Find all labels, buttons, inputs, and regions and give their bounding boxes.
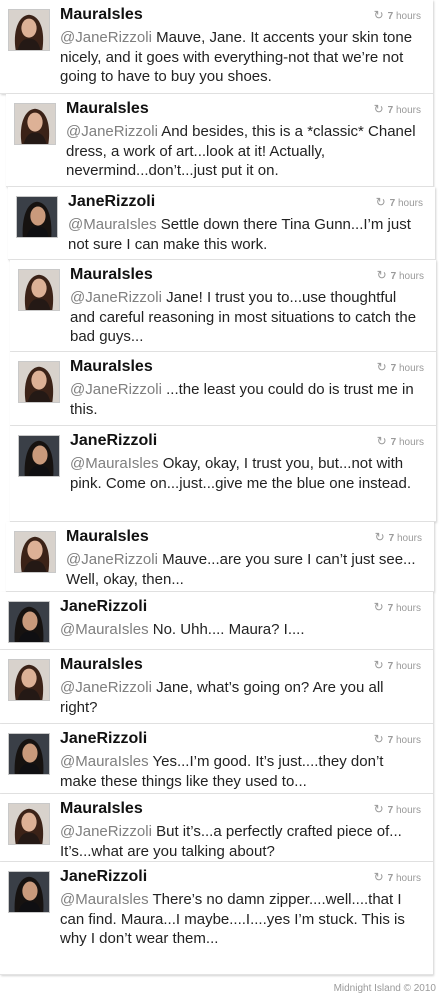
avatar[interactable]	[8, 9, 50, 51]
mention-link[interactable]: @JaneRizzoli	[70, 381, 162, 398]
retweet-icon: ↻	[373, 102, 384, 116]
tweet-text: @MauraIsles No. Uhh.... Maura? I....	[60, 620, 421, 640]
retweet-icon: ↻	[373, 802, 384, 816]
timestamp[interactable]: ↻ 7 hours	[376, 195, 423, 209]
timestamp[interactable]: ↻ 7 hours	[377, 434, 424, 448]
mention-link[interactable]: @JaneRizzoli	[60, 29, 152, 46]
retweet-icon: ↻	[376, 360, 387, 374]
avatar[interactable]	[18, 269, 60, 311]
tweet[interactable]: MauraIsles ↻ 7 hours @JaneRizzoli ...the le…	[10, 352, 436, 426]
watermark: Midnight Island © 2010	[333, 983, 436, 994]
username[interactable]: MauraIsles	[66, 528, 149, 546]
tweet[interactable]: MauraIsles ↻ 7 hours @JaneRizzoli Mauve, Ja…	[0, 0, 433, 94]
tweet-text: @JaneRizzoli Mauve...are you sure I can’…	[66, 550, 422, 589]
tweet[interactable]: MauraIsles ↻ 7 hours @JaneRizzoli Jane! I t…	[10, 260, 436, 352]
tweet[interactable]: MauraIsles ↻ 7 hours @JaneRizzoli But it’s.…	[0, 794, 433, 862]
username[interactable]: MauraIsles	[70, 266, 153, 284]
tweet[interactable]: MauraIsles ↻ 7 hours @JaneRizzoli Mauve...a…	[6, 522, 434, 592]
timestamp[interactable]: ↻ 7 hours	[375, 530, 422, 544]
avatar[interactable]	[8, 601, 50, 643]
tweet-text: @MauraIsles Settle down there Tina Gunn.…	[68, 215, 423, 254]
tweet-text: @MauraIsles Yes...I’m good. It’s just...…	[60, 752, 421, 791]
tweet[interactable]: MauraIsles ↻ 7 hours @JaneRizzoli Jane, wha…	[0, 650, 433, 724]
tweet[interactable]: JaneRizzoli ↻ 7 hours @MauraIsles Okay, oka…	[10, 426, 436, 522]
mention-link[interactable]: @JaneRizzoli	[66, 551, 158, 568]
avatar[interactable]	[8, 733, 50, 775]
username[interactable]: MauraIsles	[60, 6, 143, 24]
username[interactable]: MauraIsles	[70, 358, 153, 376]
tweet[interactable]: JaneRizzoli ↻ 7 hours @MauraIsles Settle do…	[8, 187, 435, 260]
username[interactable]: JaneRizzoli	[60, 730, 147, 748]
tweet-text: @JaneRizzoli Jane! I trust you to...use …	[70, 288, 424, 347]
timestamp[interactable]: ↻ 7 hours	[374, 658, 421, 672]
retweet-icon: ↻	[375, 195, 386, 209]
timestamp[interactable]: ↻ 7 hours	[374, 732, 421, 746]
mention-link[interactable]: @JaneRizzoli	[60, 823, 152, 840]
avatar[interactable]	[16, 196, 58, 238]
retweet-icon: ↻	[373, 8, 384, 22]
tweet[interactable]: JaneRizzoli ↻ 7 hours @MauraIsles No. Uhh..…	[0, 592, 433, 650]
timestamp[interactable]: ↻ 7 hours	[377, 360, 424, 374]
username[interactable]: MauraIsles	[60, 656, 143, 674]
avatar[interactable]	[18, 361, 60, 403]
retweet-icon: ↻	[376, 268, 387, 282]
mention-link[interactable]: @MauraIsles	[68, 216, 157, 233]
tweet-text: @JaneRizzoli ...the least you could do i…	[70, 380, 424, 419]
username[interactable]: JaneRizzoli	[60, 598, 147, 616]
retweet-icon: ↻	[373, 870, 384, 884]
avatar[interactable]	[14, 531, 56, 573]
mention-link[interactable]: @MauraIsles	[60, 621, 149, 638]
mention-link[interactable]: @JaneRizzoli	[66, 123, 158, 140]
tweet-body: No. Uhh.... Maura? I....	[148, 621, 305, 638]
username[interactable]: MauraIsles	[66, 100, 149, 118]
tweet[interactable]: MauraIsles ↻ 7 hours @JaneRizzoli And besid…	[6, 94, 433, 187]
username[interactable]: MauraIsles	[60, 800, 143, 818]
timestamp[interactable]: ↻ 7 hours	[374, 870, 421, 884]
tweet-text: @JaneRizzoli And besides, this is a *cla…	[66, 122, 421, 181]
mention-link[interactable]: @JaneRizzoli	[70, 289, 162, 306]
avatar[interactable]	[14, 103, 56, 145]
username[interactable]: JaneRizzoli	[70, 432, 157, 450]
tweet-text: @MauraIsles There’s no damn zipper....we…	[60, 890, 421, 949]
avatar[interactable]	[8, 871, 50, 913]
avatar[interactable]	[8, 659, 50, 701]
timestamp[interactable]: ↻ 7 hours	[374, 102, 421, 116]
avatar[interactable]	[8, 803, 50, 845]
tweet[interactable]: JaneRizzoli ↻ 7 hours @MauraIsles There’s n…	[0, 862, 433, 975]
tweet-text: @JaneRizzoli But it’s...a perfectly craf…	[60, 822, 421, 861]
username[interactable]: JaneRizzoli	[68, 193, 155, 211]
retweet-icon: ↻	[374, 530, 385, 544]
avatar[interactable]	[18, 435, 60, 477]
tweet-text: @JaneRizzoli Mauve, Jane. It accents you…	[60, 28, 421, 87]
tweet[interactable]: JaneRizzoli ↻ 7 hours @MauraIsles Yes...I’m…	[0, 724, 433, 794]
timestamp[interactable]: ↻ 7 hours	[377, 268, 424, 282]
retweet-icon: ↻	[373, 732, 384, 746]
retweet-icon: ↻	[373, 600, 384, 614]
mention-link[interactable]: @JaneRizzoli	[60, 679, 152, 696]
mention-link[interactable]: @MauraIsles	[70, 455, 159, 472]
mention-link[interactable]: @MauraIsles	[60, 891, 149, 908]
username[interactable]: JaneRizzoli	[60, 868, 147, 886]
timestamp[interactable]: ↻ 7 hours	[374, 8, 421, 22]
timestamp[interactable]: ↻ 7 hours	[374, 600, 421, 614]
retweet-icon: ↻	[376, 434, 387, 448]
retweet-icon: ↻	[373, 658, 384, 672]
timestamp[interactable]: ↻ 7 hours	[374, 802, 421, 816]
tweet-text: @JaneRizzoli Jane, what’s going on? Are …	[60, 678, 421, 717]
mention-link[interactable]: @MauraIsles	[60, 753, 149, 770]
tweet-text: @MauraIsles Okay, okay, I trust you, but…	[70, 454, 424, 493]
